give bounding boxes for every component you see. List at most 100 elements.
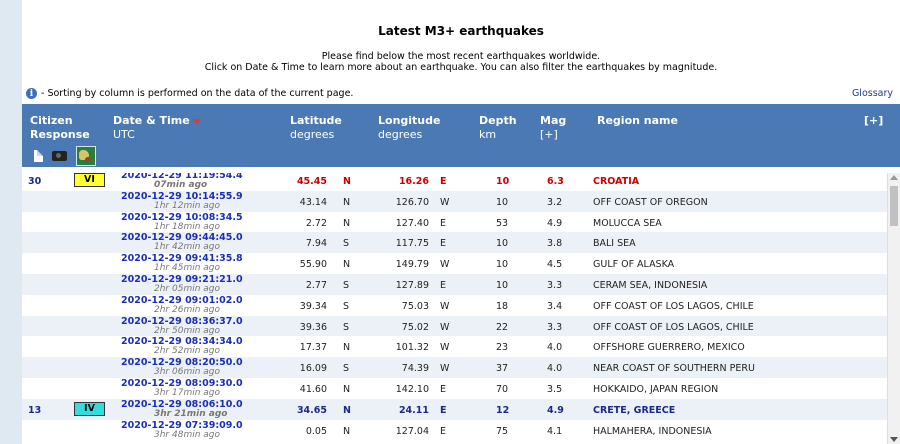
vertical-scrollbar[interactable]: [887, 173, 900, 444]
latitude-direction: S: [343, 363, 350, 375]
page-title: Latest M3+ earthquakes: [378, 24, 544, 38]
table-row: 2020-12-29 09:41:35.8 1hr 45min ago 55.90 N…: [22, 253, 888, 274]
glossary-link[interactable]: Glossary: [852, 88, 893, 99]
scroll-up-icon[interactable]: [890, 175, 898, 180]
latitude-direction: N: [343, 342, 351, 354]
depth-value: 53: [496, 217, 509, 229]
magnitude-value: 4.9: [547, 404, 564, 416]
longitude-direction: W: [440, 300, 450, 312]
longitude-direction: W: [440, 196, 450, 208]
magnitude-value: 3.3: [547, 280, 563, 291]
depth-value: 10: [496, 176, 510, 187]
map-icon[interactable]: [76, 146, 96, 166]
time-ago: 1hr 45min ago: [154, 263, 221, 274]
depth-value: 18: [496, 300, 509, 312]
time-ago: 07min ago: [154, 180, 208, 190]
latitude-direction: S: [343, 238, 350, 250]
magnitude-header[interactable]: Mag [+]: [540, 114, 566, 142]
depth-value: 10: [496, 259, 509, 271]
region-name: HOKKAIDO, JAPAN REGION: [593, 384, 719, 395]
document-icon[interactable]: [34, 150, 43, 162]
region-name: GULF OF ALASKA: [593, 259, 675, 271]
region-name: HALMAHERA, INDONESIA: [593, 425, 712, 437]
longitude-value: 75.02: [401, 321, 429, 333]
latitude-direction: N: [343, 196, 351, 208]
left-sidebar-strip: [0, 0, 22, 444]
magnitude-value: 4.0: [547, 363, 563, 375]
citizen-response-count[interactable]: 30: [28, 176, 41, 187]
magnitude-value: 4.9: [547, 217, 563, 229]
latitude-value: 45.45: [296, 176, 327, 187]
table-row: 2020-12-29 09:21:21.0 2hr 05min ago 2.77 S 1…: [22, 274, 888, 295]
table-row: 30 VI 2020-12-29 11:19:54.4 07min ago 45.45 N…: [22, 173, 888, 191]
depth-header[interactable]: Depth km: [479, 114, 517, 142]
magnitude-value: 6.3: [547, 176, 564, 187]
region-name: NEAR COAST OF SOUTHERN PERU: [593, 363, 755, 375]
region-name: OFF COAST OF OREGON: [593, 196, 708, 208]
camera-icon[interactable]: [52, 151, 67, 161]
longitude-direction: E: [440, 384, 447, 395]
longitude-direction: E: [440, 404, 447, 416]
depth-value: 10: [496, 196, 509, 208]
region-name: CRETE, GREECE: [593, 404, 676, 416]
latitude-value: 17.37: [299, 342, 327, 354]
magnitude-filter-toggle[interactable]: [+]: [540, 128, 566, 142]
depth-label: Depth: [479, 114, 517, 127]
table-header: Citizen Response Date & Time UTC Latitud…: [22, 104, 900, 167]
longitude-value: 142.10: [395, 384, 429, 395]
expand-columns-toggle[interactable]: [+]: [864, 114, 883, 128]
sorting-note-text: - Sorting by column is performed on the …: [41, 88, 354, 99]
time-ago: 1hr 18min ago: [154, 221, 221, 232]
time-ago: 3hr 06min ago: [154, 367, 221, 378]
datetime-header[interactable]: Date & Time UTC: [113, 114, 201, 142]
response-label: Response: [30, 128, 90, 141]
longitude-direction: E: [440, 217, 447, 229]
region-name: OFFSHORE GUERRERO, MEXICO: [593, 342, 745, 354]
table-row: 2020-12-29 09:44:45.0 1hr 42min ago 7.94 S 1…: [22, 232, 888, 254]
magnitude-label: Mag: [540, 114, 567, 127]
table-row: 2020-12-29 07:39:09.0 3hr 48min ago 0.05 N 1…: [22, 419, 888, 441]
intensity-badge[interactable]: IV: [74, 401, 105, 416]
table-row: 2020-12-29 09:01:02.0 2hr 26min ago 39.34 S…: [22, 294, 888, 316]
region-name: CERAM SEA, INDONESIA: [593, 280, 708, 291]
scroll-down-icon[interactable]: [890, 437, 898, 442]
longitude-value: 24.11: [398, 404, 429, 416]
magnitude-value: 4.1: [547, 425, 563, 437]
longitude-header[interactable]: Longitude degrees: [378, 114, 440, 142]
region-header[interactable]: Region name: [597, 114, 678, 128]
longitude-direction: W: [440, 259, 450, 271]
datetime-label: Date & Time: [113, 114, 190, 127]
time-ago: 2hr 50min ago: [154, 325, 221, 336]
latitude-value: 7.94: [305, 238, 327, 250]
latitude-value: 2.77: [305, 280, 327, 291]
citizen-response-count[interactable]: 13: [28, 405, 41, 416]
magnitude-value: 3.4: [547, 300, 563, 312]
depth-value: 70: [496, 384, 509, 395]
citizen-response-header: Citizen Response: [30, 114, 90, 142]
intensity-badge[interactable]: VI: [74, 173, 105, 187]
table-row: 2020-12-29 10:08:34.5 1hr 18min ago 2.72 N 1…: [22, 211, 888, 233]
time-ago: 3hr 21min ago: [154, 408, 228, 419]
scroll-thumb[interactable]: [890, 186, 898, 226]
header-icons: [34, 146, 96, 166]
time-ago: 2hr 05min ago: [154, 284, 221, 294]
magnitude-value: 4.5: [547, 259, 563, 271]
latitude-header[interactable]: Latitude degrees: [290, 114, 342, 142]
longitude-value: 127.40: [395, 217, 429, 229]
latitude-value: 43.14: [299, 196, 327, 208]
longitude-value: 117.75: [395, 238, 429, 250]
info-icon: i: [26, 88, 37, 99]
longitude-value: 127.04: [395, 425, 429, 437]
table-row: 2020-12-29 08:34:34.0 2hr 52min ago 17.37 N…: [22, 336, 888, 358]
longitude-direction: E: [440, 238, 447, 250]
depth-value: 75: [496, 425, 509, 437]
magnitude-value: 3.5: [547, 384, 563, 395]
longitude-direction: W: [440, 321, 450, 333]
longitude-unit: degrees: [378, 128, 423, 141]
table-row: 2020-12-29 08:09:30.0 3hr 17min ago 41.60 N…: [22, 378, 888, 399]
latitude-value: 16.09: [299, 363, 327, 375]
latitude-direction: N: [343, 259, 351, 271]
magnitude-value: 3.8: [547, 238, 563, 250]
latitude-direction: N: [343, 404, 351, 416]
depth-value: 10: [496, 280, 509, 291]
